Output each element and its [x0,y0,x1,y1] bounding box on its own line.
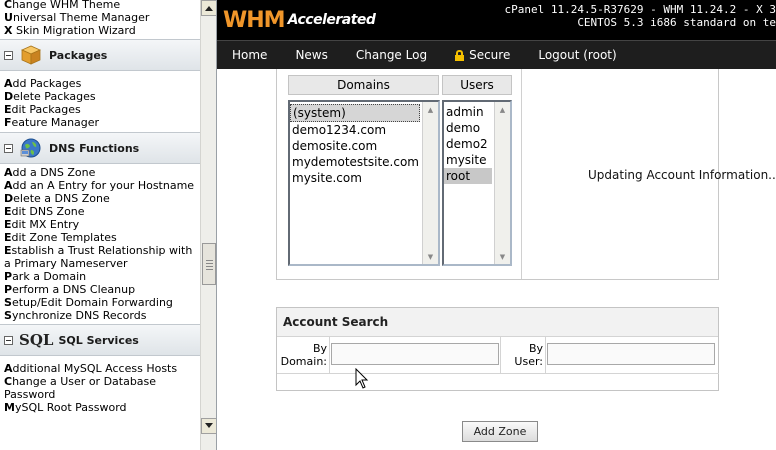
lock-icon [455,49,465,61]
domains-column-header: Domains [288,75,439,95]
version-info: cPanel 11.24.5-R37629 - WHM 11.24.2 - X … [504,3,776,29]
nav-bar: Home News Change Log Secure Logout (root… [217,40,776,69]
sidebar-item-feature-manager[interactable]: Feature Manager [0,116,200,129]
section-header-dns-functions[interactable]: DNS Functions [0,132,200,164]
domain-option[interactable]: demo1234.com [290,122,438,138]
nav-logout[interactable]: Logout (root) [524,41,630,69]
sidebar-item-add-a-entry[interactable]: Add an A Entry for your Hostname [0,179,196,192]
package-box-icon [21,45,41,65]
sidebar-item-add-packages[interactable]: Add Packages [0,77,200,90]
by-user-label-cell: By User: [501,337,546,374]
collapse-icon[interactable] [4,50,13,60]
nav-secure-label: Secure [469,48,511,62]
users-listbox[interactable]: admin demo demo2 mysite root ▲ ▼ [442,100,512,266]
main-panel: Domains Users (system) demo1234.com demo… [217,69,776,450]
chevron-down-icon[interactable]: ▼ [423,249,438,264]
users-listbox-scrollbar[interactable]: ▲ ▼ [494,102,510,264]
sidebar: Change WHM Theme Universal Theme Manager… [0,0,217,450]
domains-listbox[interactable]: (system) demo1234.com demosite.com mydem… [288,100,440,266]
logo-suffix: Accelerated [287,12,376,28]
version-line-1: cPanel 11.24.5-R37629 - WHM 11.24.2 - X … [504,3,776,16]
sidebar-item-edit-zone-templates[interactable]: Edit Zone Templates [0,231,200,244]
collapse-icon[interactable] [4,335,13,345]
sidebar-item-delete-packages[interactable]: Delete Packages [0,90,200,103]
sidebar-item-sync-dns-records[interactable]: Synchronize DNS Records [0,309,200,322]
by-domain-label: By Domain: [280,342,327,368]
by-domain-input[interactable] [331,343,499,365]
sidebar-item-mysql-access-hosts[interactable]: Additional MySQL Access Hosts [0,362,200,375]
sidebar-item-establish-trust[interactable]: Establish a Trust Relationship with a Pr… [0,244,196,270]
sidebar-item-domain-forwarding[interactable]: Setup/Edit Domain Forwarding [0,296,200,309]
sidebar-item-skin-migration-wizard[interactable]: X Skin Migration Wizard [0,24,200,37]
globe-icon [20,138,41,158]
chevron-down-icon[interactable]: ▼ [495,249,510,264]
chevron-up-icon[interactable]: ▲ [423,102,438,117]
domain-option[interactable]: mydemotestsite.com [290,154,438,170]
by-domain-label-cell: By Domain: [277,337,330,374]
sidebar-item-edit-mx-entry[interactable]: Edit MX Entry [0,218,200,231]
sidebar-item-universal-theme-manager[interactable]: Universal Theme Manager [0,11,200,24]
by-user-label: By User: [514,342,543,368]
mouse-cursor-icon [355,368,369,389]
nav-change-log[interactable]: Change Log [342,41,441,69]
logo-brand: WHM [223,7,286,33]
account-selector-panel: Domains Users (system) demo1234.com demo… [276,69,776,280]
version-line-2: CENTOS 5.3 i686 standard on te [577,16,776,29]
by-user-input-cell [546,337,719,374]
collapse-icon[interactable] [4,143,13,153]
top-header: WHM Accelerated cPanel 11.24.5-R37629 - … [217,0,776,40]
section-title-packages: Packages [49,48,108,62]
sql-icon: SQL [19,331,54,349]
users-column-header: Users [442,75,512,95]
sidebar-item-mysql-root-password[interactable]: MySQL Root Password [0,401,200,414]
scroll-up-button[interactable] [201,0,216,16]
chevron-up-icon [205,6,213,11]
sidebar-item-edit-dns-zone[interactable]: Edit DNS Zone [0,205,200,218]
nav-secure[interactable]: Secure [441,41,524,69]
chevron-up-icon[interactable]: ▲ [495,102,510,117]
scroll-thumb[interactable] [202,243,216,285]
sidebar-item-change-whm-theme[interactable]: Change WHM Theme [0,0,200,11]
domain-option[interactable]: mysite.com [290,170,438,186]
sidebar-content: Change WHM Theme Universal Theme Manager… [0,0,200,450]
panel-divider [521,69,522,279]
add-zone-button[interactable]: Add Zone [462,421,538,442]
account-search-title: Account Search [277,308,718,337]
sidebar-item-change-db-password[interactable]: Change a User or Database Password [0,375,170,401]
section-title-dns-functions: DNS Functions [49,141,140,155]
by-user-input[interactable] [547,343,715,365]
sidebar-item-dns-cleanup[interactable]: Perform a DNS Cleanup [0,283,200,296]
whm-window: Change WHM Theme Universal Theme Manager… [0,0,776,450]
chevron-down-icon [205,423,213,428]
sidebar-item-add-dns-zone[interactable]: Add a DNS Zone [0,166,200,179]
status-message: Updating Account Information... [588,168,776,182]
domains-listbox-scrollbar[interactable]: ▲ ▼ [422,102,438,264]
sidebar-item-delete-dns-zone[interactable]: Delete a DNS Zone [0,192,200,205]
account-search-panel: Account Search By Domain: By User: [276,307,719,391]
section-title-sql-services: SQL Services [58,333,139,347]
section-header-packages[interactable]: Packages [0,39,200,71]
domain-option[interactable]: demosite.com [290,138,438,154]
domain-option-selected[interactable]: (system) [290,104,420,122]
section-header-sql-services[interactable]: SQL SQL Services [0,324,200,356]
sidebar-item-park-domain[interactable]: Park a Domain [0,270,200,283]
sidebar-scrollbar[interactable] [200,0,216,450]
nav-home[interactable]: Home [217,41,281,69]
scroll-down-button[interactable] [201,418,216,434]
user-option-selected[interactable]: root [444,168,492,184]
nav-news[interactable]: News [281,41,341,69]
whm-logo: WHM Accelerated [223,5,376,35]
sidebar-item-edit-packages[interactable]: Edit Packages [0,103,200,116]
